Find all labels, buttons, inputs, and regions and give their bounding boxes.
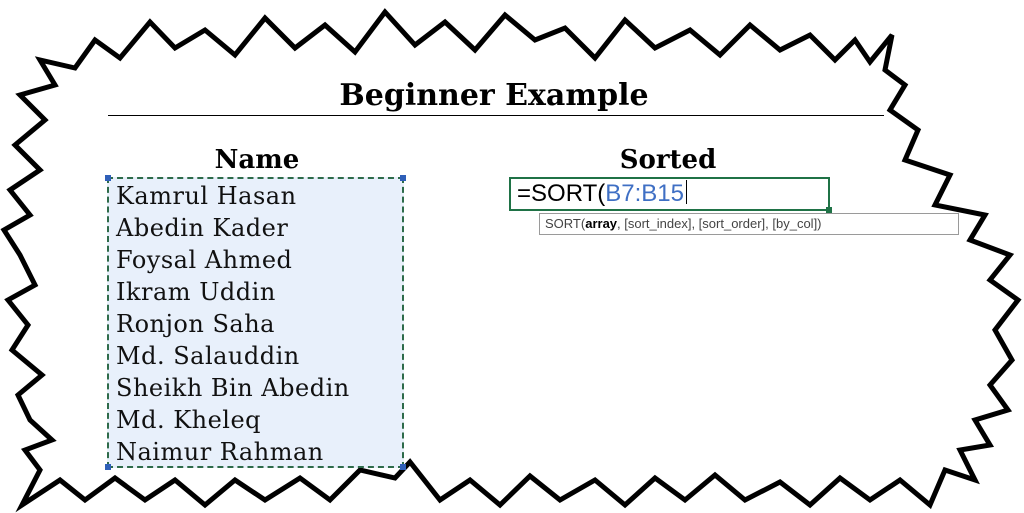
function-signature-tooltip[interactable]: SORT(array, [sort_index], [sort_order], … <box>539 213 959 235</box>
name-cell[interactable]: Ikram Uddin <box>116 276 401 308</box>
name-cell[interactable]: Md. Kheleq <box>116 404 401 436</box>
formula-function-text: =SORT( <box>517 180 606 207</box>
tooltip-function-name: SORT( <box>545 216 586 231</box>
range-resize-handle[interactable] <box>105 464 111 470</box>
name-column-header[interactable]: Name <box>108 143 406 177</box>
name-cell[interactable]: Ronjon Saha <box>116 308 401 340</box>
tooltip-remaining-arguments: , [sort_index], [sort_order], [by_col]) <box>617 216 822 231</box>
name-cell[interactable]: Foysal Ahmed <box>116 244 401 276</box>
tooltip-active-argument: array <box>585 216 618 231</box>
title-underline <box>108 115 884 116</box>
name-cell[interactable]: Md. Salauddin <box>116 340 401 372</box>
sorted-column-header[interactable]: Sorted <box>560 143 776 177</box>
range-resize-handle[interactable] <box>105 175 111 181</box>
formula-input[interactable]: =SORT(B7:B15 <box>517 179 688 209</box>
name-cell[interactable]: Abedin Kader <box>116 212 401 244</box>
sheet-title: Beginner Example <box>339 78 649 113</box>
text-cursor <box>685 180 688 204</box>
formula-range-reference: B7:B15 <box>605 180 684 207</box>
name-cell[interactable]: Kamrul Hasan <box>116 180 401 212</box>
name-cell[interactable]: Naimur Rahman <box>116 436 401 468</box>
name-cell[interactable]: Sheikh Bin Abedin <box>116 372 401 404</box>
